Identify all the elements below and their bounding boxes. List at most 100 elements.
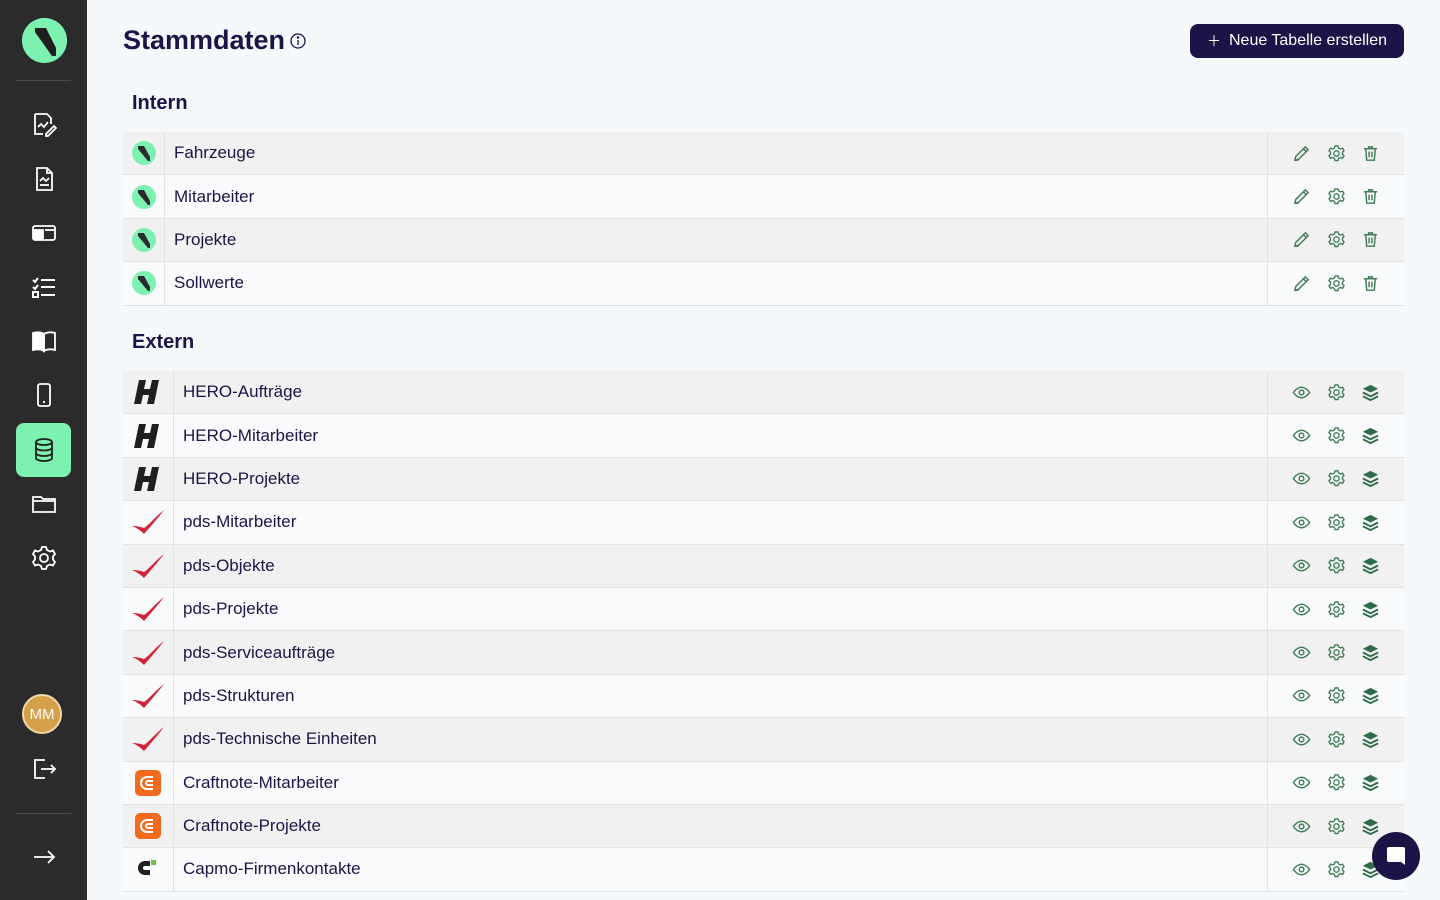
info-icon[interactable] <box>290 33 306 49</box>
sidebar-item-checklists[interactable] <box>16 260 71 314</box>
edit-icon[interactable] <box>1292 144 1311 163</box>
eye-icon[interactable] <box>1292 513 1311 532</box>
sidebar-item-settings[interactable] <box>16 531 71 585</box>
gear-icon[interactable] <box>1327 860 1346 879</box>
table-name[interactable]: Projekte <box>165 218 1268 262</box>
sidebar-item-files[interactable] <box>16 477 71 531</box>
table-row[interactable]: pds-Serviceaufträge <box>123 631 1404 675</box>
table-row[interactable]: Mitarbeiter <box>123 175 1404 219</box>
table-row[interactable]: Sollwerte <box>123 262 1404 306</box>
gear-icon[interactable] <box>1327 643 1346 662</box>
eye-icon[interactable] <box>1292 817 1311 836</box>
gear-icon[interactable] <box>1327 686 1346 705</box>
table-row[interactable]: pds-Mitarbeiter <box>123 501 1404 545</box>
table-name[interactable]: pds-Projekte <box>174 587 1268 631</box>
table-name[interactable]: pds-Serviceaufträge <box>174 631 1268 674</box>
gear-icon[interactable] <box>1327 144 1346 163</box>
gear-icon[interactable] <box>1327 469 1346 488</box>
row-actions <box>1268 675 1404 717</box>
table-row[interactable]: pds-Strukturen <box>123 674 1404 719</box>
table-row[interactable]: Craftnote-Mitarbeiter <box>123 761 1404 805</box>
layers-icon[interactable] <box>1361 600 1380 619</box>
table-name[interactable]: HERO-Mitarbeiter <box>174 414 1268 457</box>
chat-support-button[interactable] <box>1372 832 1420 880</box>
table-name[interactable]: Craftnote-Projekte <box>174 804 1268 848</box>
eye-icon[interactable] <box>1292 600 1311 619</box>
eye-icon[interactable] <box>1292 556 1311 575</box>
gear-icon[interactable] <box>1327 230 1346 249</box>
layers-icon[interactable] <box>1361 773 1380 792</box>
trash-icon[interactable] <box>1361 144 1380 163</box>
table-name[interactable]: Capmo-Firmenkontakte <box>174 848 1268 891</box>
trash-icon[interactable] <box>1361 274 1380 293</box>
layers-icon[interactable] <box>1361 686 1380 705</box>
table-name[interactable]: HERO-Projekte <box>174 457 1268 501</box>
eye-icon[interactable] <box>1292 643 1311 662</box>
layers-icon[interactable] <box>1361 469 1380 488</box>
gear-icon[interactable] <box>1327 513 1346 532</box>
sidebar-item-mobile[interactable] <box>16 368 71 422</box>
gear-icon[interactable] <box>1327 187 1346 206</box>
sidebar-item-manual[interactable] <box>16 314 71 368</box>
table-name[interactable]: Sollwerte <box>165 262 1268 305</box>
edit-icon[interactable] <box>1292 187 1311 206</box>
row-actions <box>1268 371 1404 413</box>
gear-icon[interactable] <box>1327 817 1346 836</box>
eye-icon[interactable] <box>1292 426 1311 445</box>
eye-icon[interactable] <box>1292 469 1311 488</box>
layers-icon[interactable] <box>1361 730 1380 749</box>
sidebar-item-inbox[interactable] <box>16 206 71 260</box>
gear-icon[interactable] <box>1327 600 1346 619</box>
table-name[interactable]: pds-Mitarbeiter <box>174 501 1268 544</box>
table-name[interactable]: Craftnote-Mitarbeiter <box>174 761 1268 804</box>
gear-icon[interactable] <box>1327 556 1346 575</box>
trash-icon[interactable] <box>1361 187 1380 206</box>
table-row[interactable]: HERO-Aufträge <box>123 371 1404 415</box>
sidebar-item-reports[interactable] <box>16 152 71 206</box>
table-row[interactable]: pds-Objekte <box>123 544 1404 588</box>
chat-icon <box>1387 847 1405 865</box>
eye-icon[interactable] <box>1292 730 1311 749</box>
table-row[interactable]: HERO-Projekte <box>123 457 1404 502</box>
new-table-button[interactable]: ＋ Neue Tabelle erstellen <box>1190 24 1404 58</box>
layers-icon[interactable] <box>1361 817 1380 836</box>
expand-sidebar-button[interactable] <box>16 830 71 884</box>
sidebar-item-forms[interactable] <box>16 97 71 151</box>
eye-icon[interactable] <box>1292 383 1311 402</box>
layers-icon[interactable] <box>1361 426 1380 445</box>
edit-icon[interactable] <box>1292 230 1311 249</box>
table-name[interactable]: Mitarbeiter <box>165 175 1268 218</box>
sidebar-item-master-data[interactable] <box>16 423 71 477</box>
gear-icon[interactable] <box>1327 773 1346 792</box>
table-row[interactable]: HERO-Mitarbeiter <box>123 414 1404 458</box>
table-row[interactable]: pds-Projekte <box>123 587 1404 632</box>
app-logo[interactable] <box>22 18 67 63</box>
eye-icon[interactable] <box>1292 773 1311 792</box>
layers-icon[interactable] <box>1361 643 1380 662</box>
layers-icon[interactable] <box>1361 556 1380 575</box>
row-actions <box>1268 414 1404 456</box>
trash-icon[interactable] <box>1361 230 1380 249</box>
eye-icon[interactable] <box>1292 860 1311 879</box>
gear-icon[interactable] <box>1327 274 1346 293</box>
table-row[interactable]: Projekte <box>123 218 1404 263</box>
table-row[interactable]: pds-Technische Einheiten <box>123 718 1404 762</box>
table-name[interactable]: pds-Strukturen <box>174 674 1268 718</box>
table-name[interactable]: Fahrzeuge <box>165 132 1268 175</box>
table-name[interactable]: pds-Objekte <box>174 544 1268 587</box>
user-avatar[interactable]: MM <box>22 694 62 734</box>
gear-icon[interactable] <box>1327 383 1346 402</box>
gear-icon[interactable] <box>1327 730 1346 749</box>
table-row[interactable]: Capmo-Firmenkontakte <box>123 848 1404 892</box>
table-name[interactable]: pds-Technische Einheiten <box>174 718 1268 761</box>
table-name[interactable]: HERO-Aufträge <box>174 371 1268 414</box>
eye-icon[interactable] <box>1292 686 1311 705</box>
layers-icon[interactable] <box>1361 383 1380 402</box>
row-actions <box>1268 718 1404 760</box>
table-row[interactable]: Craftnote-Projekte <box>123 804 1404 849</box>
gear-icon[interactable] <box>1327 426 1346 445</box>
table-row[interactable]: Fahrzeuge <box>123 132 1404 176</box>
layers-icon[interactable] <box>1361 513 1380 532</box>
logout-button[interactable] <box>16 742 71 796</box>
edit-icon[interactable] <box>1292 274 1311 293</box>
